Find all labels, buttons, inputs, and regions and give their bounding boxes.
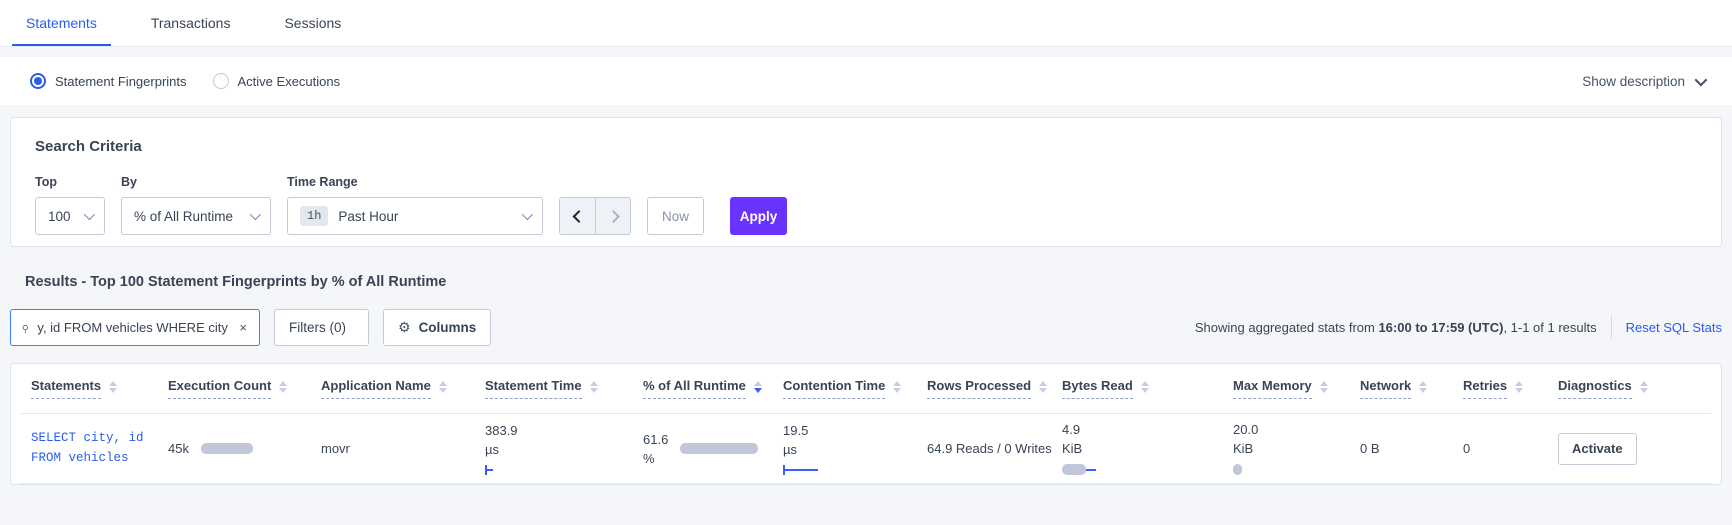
apply-button[interactable]: Apply: [730, 197, 787, 235]
by-select[interactable]: % of All Runtime: [121, 197, 271, 235]
statement-time-whisker: [485, 464, 518, 475]
execution-count-bar: [200, 443, 253, 454]
table-header-row: Statements Execution Count Application N…: [21, 364, 1711, 414]
cell-max-memory: 20.0 KiB: [1223, 422, 1350, 475]
chevron-down-icon: [249, 208, 262, 221]
activate-diagnostics-button[interactable]: Activate: [1558, 432, 1637, 465]
table-row: SELECT city, id FROM vehicles 45k movr 38…: [21, 414, 1711, 484]
column-header-retries[interactable]: Retries: [1453, 378, 1548, 399]
clear-search-icon[interactable]: ×: [237, 320, 249, 335]
sort-icon[interactable]: [1140, 380, 1149, 393]
radio-label: Active Executions: [237, 73, 341, 89]
radio-active-executions[interactable]: Active Executions: [212, 73, 341, 89]
results-toolbar: ⌕ × Filters (0) ⚙ Columns Showing aggreg…: [10, 308, 1722, 346]
runtime-bar: [680, 443, 759, 454]
tab-transactions[interactable]: Transactions: [137, 0, 245, 46]
column-header-statements[interactable]: Statements: [21, 378, 158, 399]
filters-label: Filters (0): [289, 319, 346, 335]
column-header-statement-time[interactable]: Statement Time: [475, 378, 633, 399]
filters-button[interactable]: Filters (0): [274, 308, 369, 346]
cell-bytes-read: 4.9 KiB: [1052, 422, 1223, 475]
top-label: Top: [35, 175, 57, 189]
radio-unselected-icon: [212, 73, 229, 89]
sort-icon[interactable]: [438, 380, 447, 393]
next-range-button[interactable]: [595, 198, 630, 234]
column-header-contention-time[interactable]: Contention Time: [773, 378, 917, 399]
sort-icon-active[interactable]: [753, 380, 762, 393]
contention-whisker: [783, 464, 818, 475]
tab-statements[interactable]: Statements: [12, 0, 111, 46]
page-tabbar: Statements Transactions Sessions: [0, 0, 1732, 47]
columns-label: Columns: [418, 319, 477, 335]
top-select-value: 100: [48, 208, 71, 224]
time-range-label: Time Range: [287, 175, 358, 189]
previous-range-button[interactable]: [560, 198, 595, 234]
statement-link[interactable]: SELECT city, id FROM vehicles: [31, 429, 144, 468]
view-toggle-bar: Statement Fingerprints Active Executions…: [0, 57, 1732, 105]
column-header-execution-count[interactable]: Execution Count: [158, 378, 311, 399]
aggregated-stats-text: Showing aggregated stats from 16:00 to 1…: [1194, 319, 1597, 335]
divider: [1610, 315, 1612, 339]
cell-diagnostics: Activate: [1548, 432, 1711, 465]
by-label: By: [121, 175, 137, 189]
show-description-label: Show description: [1582, 73, 1685, 89]
sort-icon[interactable]: [279, 380, 288, 393]
chevron-down-icon: [83, 208, 96, 221]
tab-sessions[interactable]: Sessions: [270, 0, 355, 46]
cell-contention-time: 19.5 µs: [773, 423, 917, 475]
sort-icon[interactable]: [893, 380, 902, 393]
reset-sql-stats-link[interactable]: Reset SQL Stats: [1626, 320, 1722, 335]
cell-statement-time: 383.9 µs: [475, 423, 633, 475]
column-header-network[interactable]: Network: [1350, 378, 1453, 399]
cell-statement-fingerprint[interactable]: SELECT city, id FROM vehicles: [21, 429, 158, 468]
results-table: Statements Execution Count Application N…: [10, 363, 1722, 485]
chevron-right-icon: [606, 209, 620, 223]
sort-icon[interactable]: [1639, 380, 1648, 393]
radio-label: Statement Fingerprints: [55, 73, 187, 89]
bytes-read-bar: [1062, 464, 1096, 475]
statement-search-box: ⌕ ×: [10, 308, 260, 346]
radio-selected-icon: [30, 73, 46, 89]
sort-icon[interactable]: [1515, 380, 1524, 393]
cell-rows-processed: 64.9 Reads / 0 Writes: [927, 441, 1052, 456]
cell-execution-count: 45k: [158, 441, 311, 456]
column-header-max-memory[interactable]: Max Memory: [1223, 378, 1350, 399]
search-criteria-panel: Search Criteria Top 100 By % of All Runt…: [10, 117, 1722, 247]
cell-network: 0 B: [1360, 441, 1380, 456]
sort-icon[interactable]: [1039, 380, 1048, 393]
sort-icon[interactable]: [589, 380, 598, 393]
now-button[interactable]: Now: [647, 197, 704, 235]
time-range-value: Past Hour: [338, 208, 399, 224]
column-header-rows-processed[interactable]: Rows Processed: [917, 378, 1052, 399]
show-description-toggle[interactable]: Show description: [1582, 73, 1708, 89]
sort-icon[interactable]: [109, 380, 118, 393]
column-header-diagnostics[interactable]: Diagnostics: [1548, 378, 1711, 399]
sort-icon[interactable]: [1319, 380, 1328, 393]
top-select[interactable]: 100: [35, 197, 105, 235]
time-range-select[interactable]: 1h Past Hour: [287, 197, 543, 235]
by-select-value: % of All Runtime: [134, 208, 234, 224]
cell-application-name: movr: [321, 441, 350, 456]
cell-retries: 0: [1463, 441, 1471, 456]
search-criteria-title: Search Criteria: [35, 138, 142, 155]
search-icon: ⌕: [16, 318, 35, 336]
max-memory-bar: [1233, 464, 1258, 475]
results-heading: Results - Top 100 Statement Fingerprints…: [25, 274, 447, 290]
column-header-runtime[interactable]: % of All Runtime: [633, 378, 773, 399]
chevron-down-icon: [1694, 73, 1708, 86]
radio-statement-fingerprints[interactable]: Statement Fingerprints: [30, 73, 187, 89]
column-header-application-name[interactable]: Application Name: [311, 378, 475, 399]
chevron-down-icon: [521, 208, 534, 221]
columns-button[interactable]: ⚙ Columns: [383, 308, 492, 346]
cell-runtime: 61.6 %: [633, 432, 773, 466]
time-range-badge: 1h: [300, 206, 329, 226]
time-range-stepper: [559, 197, 631, 235]
sort-icon[interactable]: [1419, 380, 1428, 393]
gear-icon: ⚙: [398, 319, 411, 335]
column-header-bytes-read[interactable]: Bytes Read: [1052, 378, 1223, 399]
search-input[interactable]: [37, 319, 230, 335]
chevron-left-icon: [572, 209, 586, 223]
